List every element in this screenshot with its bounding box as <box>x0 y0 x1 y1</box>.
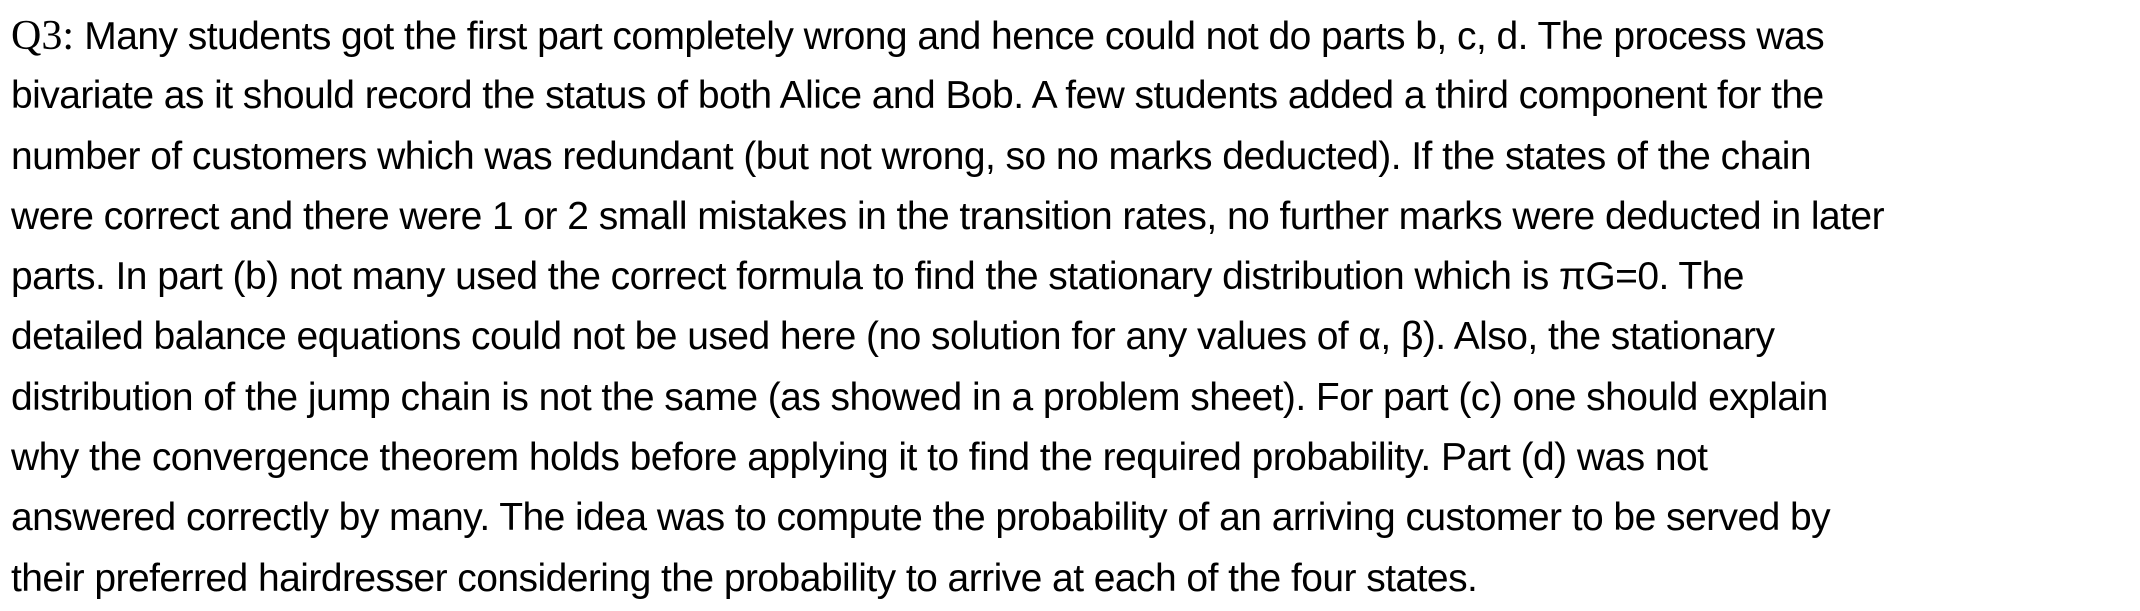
feedback-paragraph: Q3: Many students got the first part com… <box>11 6 2136 609</box>
text-line-2: bivariate as it should record the status… <box>11 74 1824 118</box>
text-line-5: parts. In part (b) not many used the cor… <box>11 255 1745 299</box>
text-line-3: number of customers which was redundant … <box>11 134 1812 178</box>
text-line-10: their preferred hairdresser considering … <box>11 556 1478 600</box>
text-line-1: Q3: Many students got the first part com… <box>11 6 2136 66</box>
text-line-4: were correct and there were 1 or 2 small… <box>11 194 1885 238</box>
text-line-8: why the convergence theorem holds before… <box>11 436 1708 480</box>
text-line-9: answered correctly by many. The idea was… <box>11 496 1831 540</box>
text-line-7: distribution of the jump chain is not th… <box>11 375 1828 419</box>
text-line-1-body: Many students got the first part complet… <box>74 15 1825 58</box>
question-label: Q3: <box>11 13 74 59</box>
text-line-6: detailed balance equations could not be … <box>11 315 1775 359</box>
